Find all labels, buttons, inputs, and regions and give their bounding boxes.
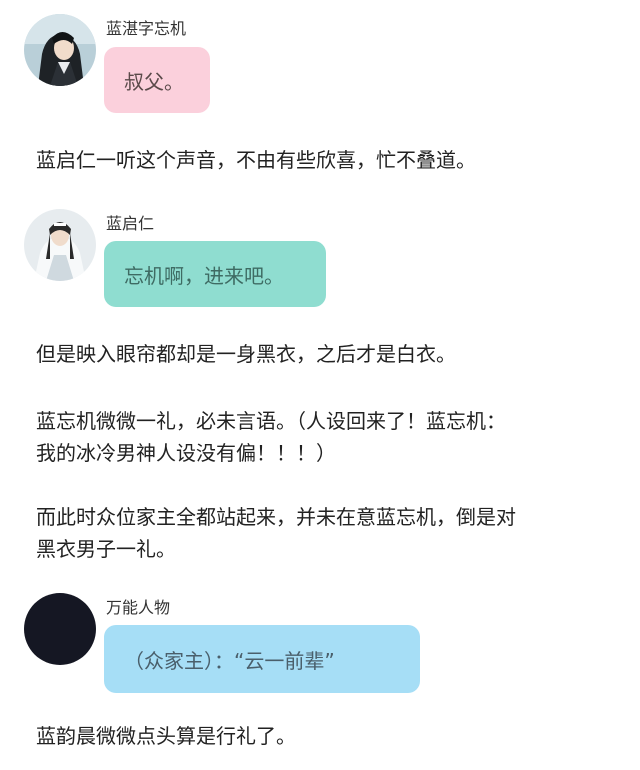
chat-message: 蓝启仁 忘机啊，进来吧。 [0, 200, 640, 320]
narration-text: 蓝韵晨微微点头算是行礼了。 [36, 724, 296, 748]
message-bubble[interactable]: 叔父。 [104, 47, 210, 113]
narration-text: 蓝启仁一听这个声音，不由有些欣喜，忙不叠道。 [36, 148, 476, 172]
message-bubble[interactable]: 忘机啊，进来吧。 [104, 241, 326, 307]
narration-text: 蓝忘机微微一礼，必未言语。（人设回来了！蓝忘机： 我的冰冷男神人设没有偏！！！） [36, 409, 506, 465]
avatar[interactable] [24, 209, 96, 281]
blank-dark-avatar-icon [24, 593, 96, 665]
avatar[interactable] [24, 593, 96, 665]
character-avatar-black-robe-icon [24, 14, 96, 86]
message-bubble[interactable]: （众家主）：“云一前辈” [104, 625, 420, 693]
speaker-name: 蓝湛字忘机 [106, 19, 187, 38]
character-avatar-white-robe-icon [24, 209, 96, 281]
narration-text: 而此时众位家主全都站起来，并未在意蓝忘机，倒是对 黑衣男子一礼。 [36, 505, 516, 561]
speaker-name: 蓝启仁 [106, 214, 155, 233]
chat-message: 蓝湛字忘机 叔父。 [0, 0, 640, 130]
avatar[interactable] [24, 14, 96, 86]
chat-message: 万能人物 （众家主）：“云一前辈” [0, 588, 640, 700]
narration-text: 但是映入眼帘都却是一身黑衣，之后才是白衣。 [36, 342, 456, 366]
speaker-name: 万能人物 [106, 598, 171, 617]
